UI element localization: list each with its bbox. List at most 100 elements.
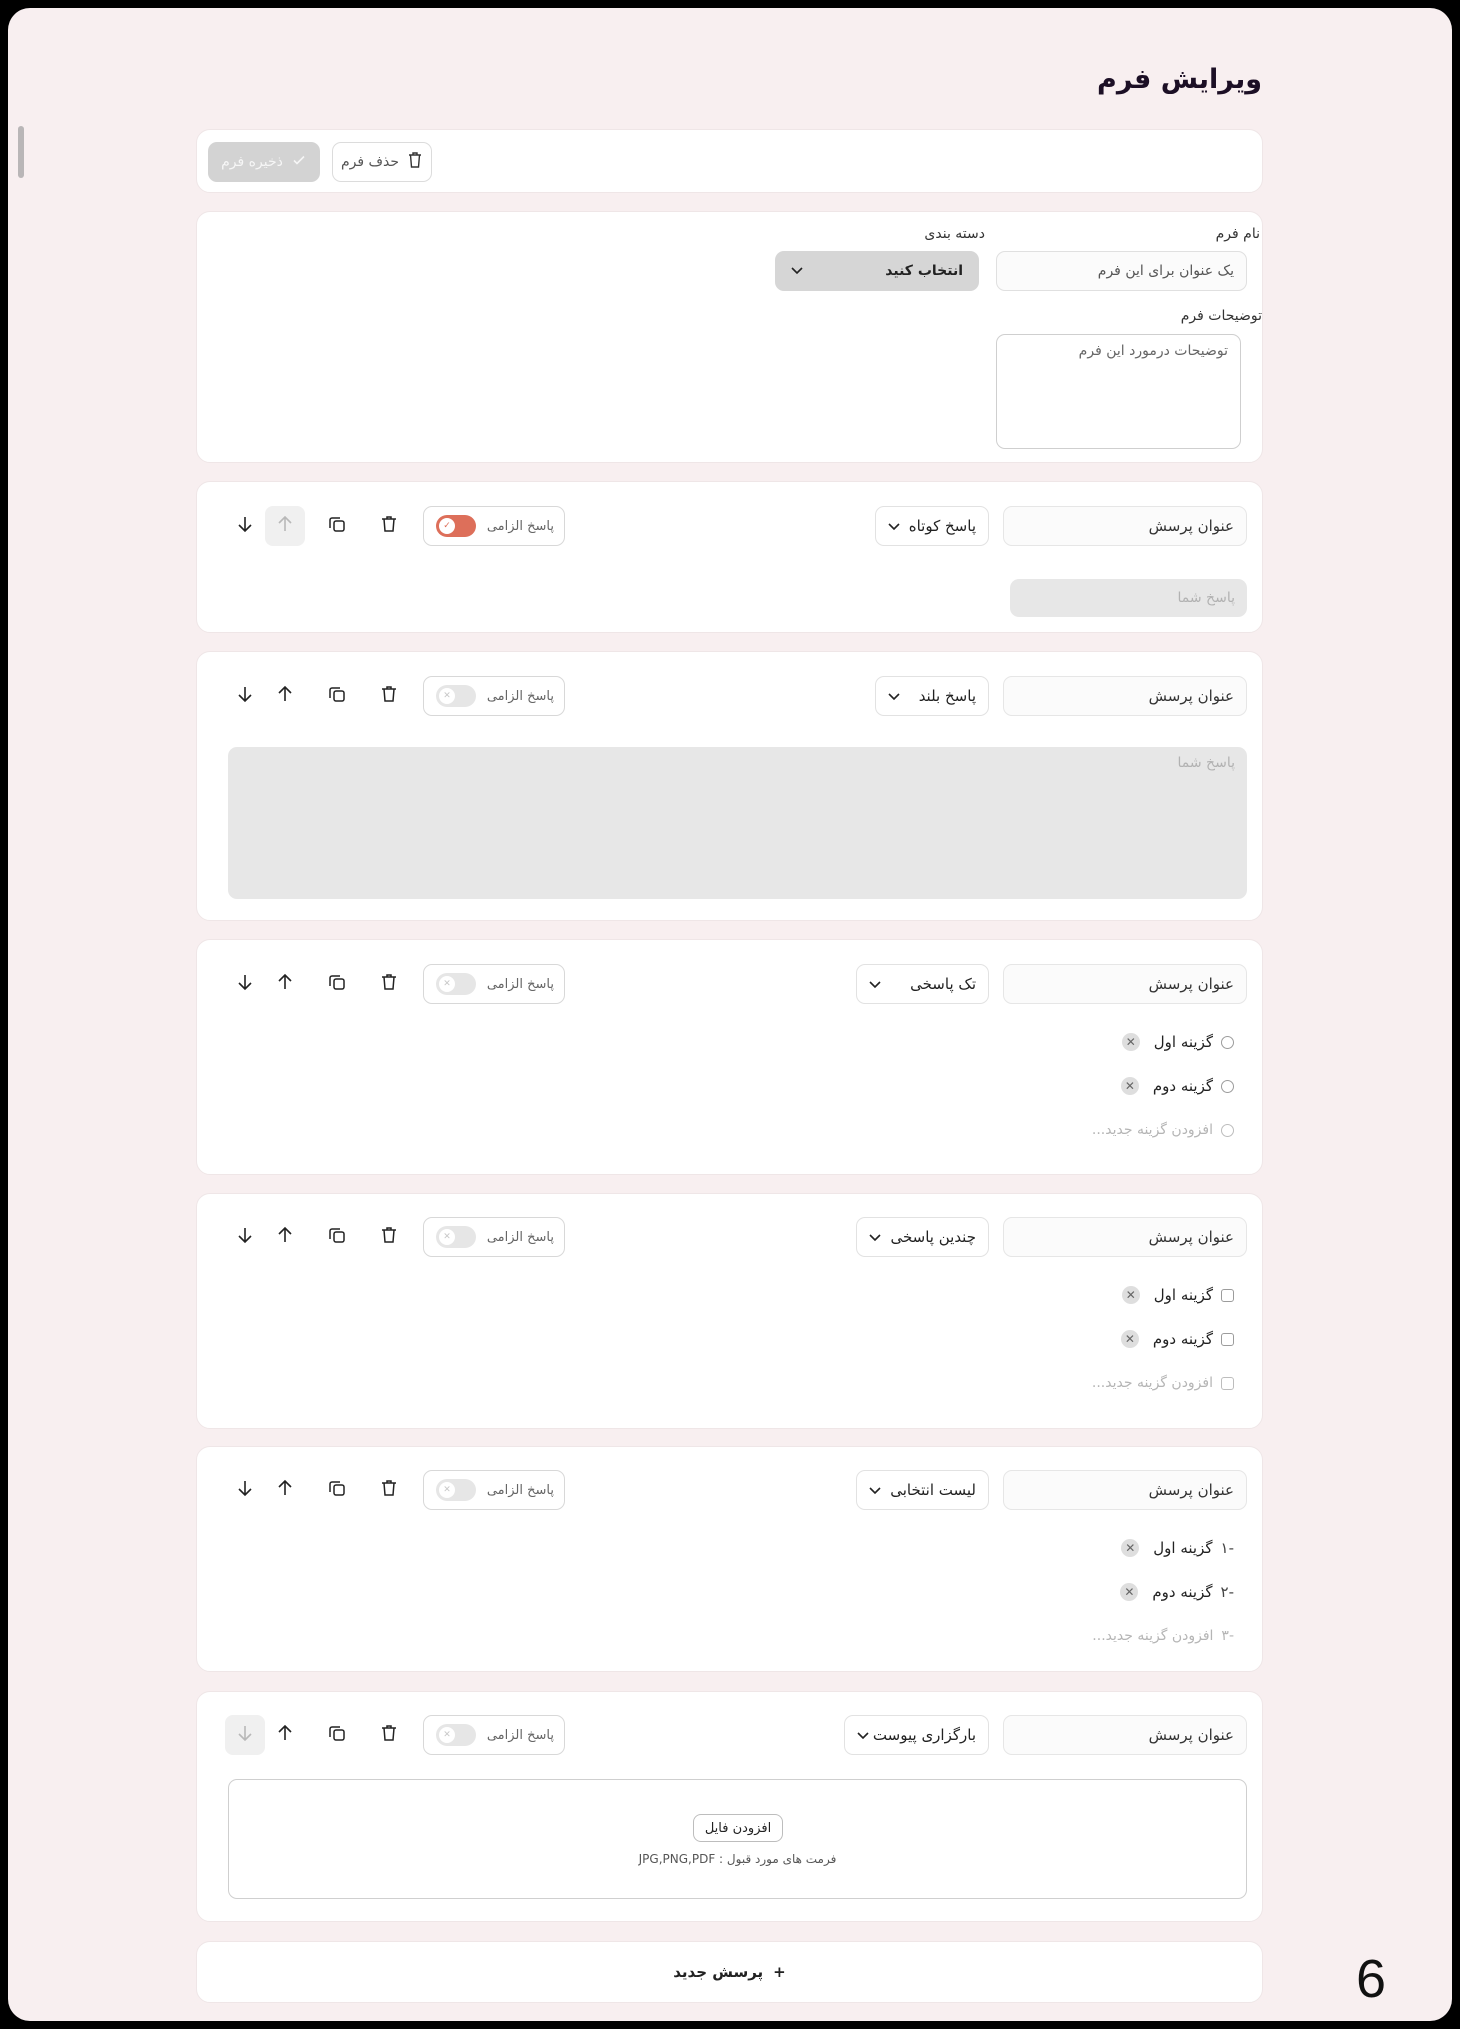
add-file-button[interactable]: افزودن فایل: [693, 1814, 783, 1842]
duplicate-question-button[interactable]: [317, 964, 357, 1004]
option-label[interactable]: گزینه اول: [1153, 1539, 1212, 1557]
checkbox[interactable]: [1221, 1332, 1234, 1346]
option-label[interactable]: گزینه اول: [1154, 1033, 1213, 1051]
check-icon: [291, 152, 307, 172]
remove-option-icon[interactable]: ✕: [1120, 1330, 1139, 1348]
toggle-switch-off[interactable]: ✕: [436, 973, 476, 995]
question-type-select[interactable]: پاسخ بلند: [875, 676, 989, 716]
question-type-select[interactable]: بارگزاری پیوست: [844, 1715, 989, 1755]
duplicate-question-button[interactable]: [317, 1470, 357, 1510]
remove-option-icon[interactable]: ✕: [1121, 1286, 1140, 1304]
add-option-item[interactable]: افزودن گزینه جدید...: [1092, 1371, 1234, 1395]
trash-icon: [379, 1723, 399, 1747]
add-option-item[interactable]: -۳ افزودن گزینه جدید...: [1092, 1624, 1234, 1648]
chevron-down-icon: [888, 517, 900, 535]
required-toggle[interactable]: پاسخ الزامی ✕: [423, 1470, 565, 1510]
checkbox[interactable]: [1221, 1288, 1234, 1302]
required-toggle[interactable]: پاسخ الزامی ✕: [423, 676, 565, 716]
required-toggle[interactable]: پاسخ الزامی ✕: [423, 1217, 565, 1257]
option-label[interactable]: گزینه اول: [1154, 1286, 1213, 1304]
check-icon: ✓: [439, 518, 455, 534]
delete-question-button[interactable]: [369, 506, 409, 546]
move-down-button[interactable]: [225, 1715, 265, 1755]
duplicate-question-button[interactable]: [317, 506, 357, 546]
option-label[interactable]: گزینه دوم: [1153, 1077, 1213, 1095]
toggle-switch-off[interactable]: ✕: [436, 685, 476, 707]
toggle-switch-off[interactable]: ✕: [436, 1226, 476, 1248]
toggle-switch-off[interactable]: ✕: [436, 1479, 476, 1501]
add-option-label[interactable]: افزودن گزینه جدید...: [1092, 1122, 1213, 1138]
close-icon: ✕: [439, 1229, 455, 1245]
delete-question-button[interactable]: [369, 964, 409, 1004]
move-down-button[interactable]: [225, 964, 265, 1004]
question-type-select[interactable]: چندین پاسخی: [856, 1217, 989, 1257]
toggle-switch-off[interactable]: ✕: [436, 1724, 476, 1746]
delete-question-button[interactable]: [369, 1217, 409, 1257]
add-option-label[interactable]: افزودن گزینه جدید...: [1092, 1375, 1213, 1391]
required-toggle[interactable]: پاسخ الزامی ✓: [423, 506, 565, 546]
question-title-input[interactable]: عنوان پرسش: [1003, 964, 1247, 1004]
move-up-button[interactable]: [265, 1715, 305, 1755]
delete-question-button[interactable]: [369, 676, 409, 716]
form-name-input[interactable]: یک عنوان برای این فرم: [996, 251, 1247, 291]
option-item: گزینه دوم ✕: [1120, 1074, 1234, 1098]
form-description-textarea[interactable]: توضیحات درمورد این فرم: [996, 334, 1241, 449]
move-up-button[interactable]: [265, 506, 305, 546]
app-frame: ویرایش فرم ذخیره فرم حذف فرم نام فرم یک …: [8, 8, 1452, 2021]
required-toggle[interactable]: پاسخ الزامی ✕: [423, 964, 565, 1004]
move-up-button[interactable]: [265, 1470, 305, 1510]
arrow-up-icon: [275, 514, 295, 538]
arrow-up-icon: [275, 1723, 295, 1747]
move-up-button[interactable]: [265, 964, 305, 1004]
radio-button[interactable]: [1221, 1035, 1234, 1049]
arrow-up-icon: [275, 684, 295, 708]
question-title-input[interactable]: عنوان پرسش: [1003, 1715, 1247, 1755]
move-up-button[interactable]: [265, 1217, 305, 1257]
add-option-item[interactable]: افزودن گزینه جدید...: [1092, 1118, 1234, 1142]
arrow-up-icon: [275, 1478, 295, 1502]
option-label[interactable]: گزینه دوم: [1153, 1330, 1213, 1348]
question-title-input[interactable]: عنوان پرسش: [1003, 1470, 1247, 1510]
question-type-select[interactable]: لیست انتخابی: [856, 1470, 989, 1510]
move-down-button[interactable]: [225, 676, 265, 716]
category-select[interactable]: انتخاب کنید: [775, 251, 979, 291]
page-number: 6: [1356, 1949, 1387, 2009]
move-down-button[interactable]: [225, 1470, 265, 1510]
add-option-label[interactable]: افزودن گزینه جدید...: [1092, 1628, 1213, 1644]
question-title-input[interactable]: عنوان پرسش: [1003, 676, 1247, 716]
remove-option-icon[interactable]: ✕: [1121, 1033, 1140, 1051]
remove-option-icon[interactable]: ✕: [1120, 1583, 1139, 1601]
delete-question-button[interactable]: [369, 1470, 409, 1510]
option-item: گزینه دوم ✕: [1120, 1327, 1234, 1351]
question-title-input[interactable]: عنوان پرسش: [1003, 1217, 1247, 1257]
scrollbar-thumb[interactable]: [18, 126, 24, 178]
delete-question-button[interactable]: [369, 1715, 409, 1755]
chevron-down-icon: [888, 687, 900, 705]
remove-option-icon[interactable]: ✕: [1121, 1539, 1140, 1557]
duplicate-question-button[interactable]: [317, 676, 357, 716]
required-toggle[interactable]: پاسخ الزامی ✕: [423, 1715, 565, 1755]
file-dropzone[interactable]: افزودن فایل فرمت های مورد قبول : JPG,PNG…: [228, 1779, 1247, 1899]
copy-icon: [327, 972, 347, 996]
form-description-label: توضیحات فرم: [1180, 308, 1262, 324]
move-down-button[interactable]: [225, 506, 265, 546]
move-up-button[interactable]: [265, 676, 305, 716]
save-form-button[interactable]: ذخیره فرم: [208, 142, 320, 182]
question-type-select[interactable]: تک پاسخی: [856, 964, 989, 1004]
question-type-value: چندین پاسخی: [890, 1228, 976, 1246]
new-question-button[interactable]: + پرسش جدید: [196, 1941, 1263, 2003]
radio-button[interactable]: [1221, 1079, 1234, 1093]
checkbox: [1221, 1376, 1234, 1390]
arrow-down-icon: [235, 514, 255, 538]
duplicate-question-button[interactable]: [317, 1217, 357, 1257]
question-type-select[interactable]: پاسخ کوتاه: [875, 506, 989, 546]
toggle-switch-on[interactable]: ✓: [436, 515, 476, 537]
question-title-input[interactable]: عنوان پرسش: [1003, 506, 1247, 546]
trash-icon: [379, 514, 399, 538]
option-label[interactable]: گزینه دوم: [1152, 1583, 1212, 1601]
move-down-button[interactable]: [225, 1217, 265, 1257]
delete-form-button[interactable]: حذف فرم: [332, 142, 432, 182]
remove-option-icon[interactable]: ✕: [1120, 1077, 1139, 1095]
question-type-value: پاسخ بلند: [918, 687, 976, 705]
duplicate-question-button[interactable]: [317, 1715, 357, 1755]
